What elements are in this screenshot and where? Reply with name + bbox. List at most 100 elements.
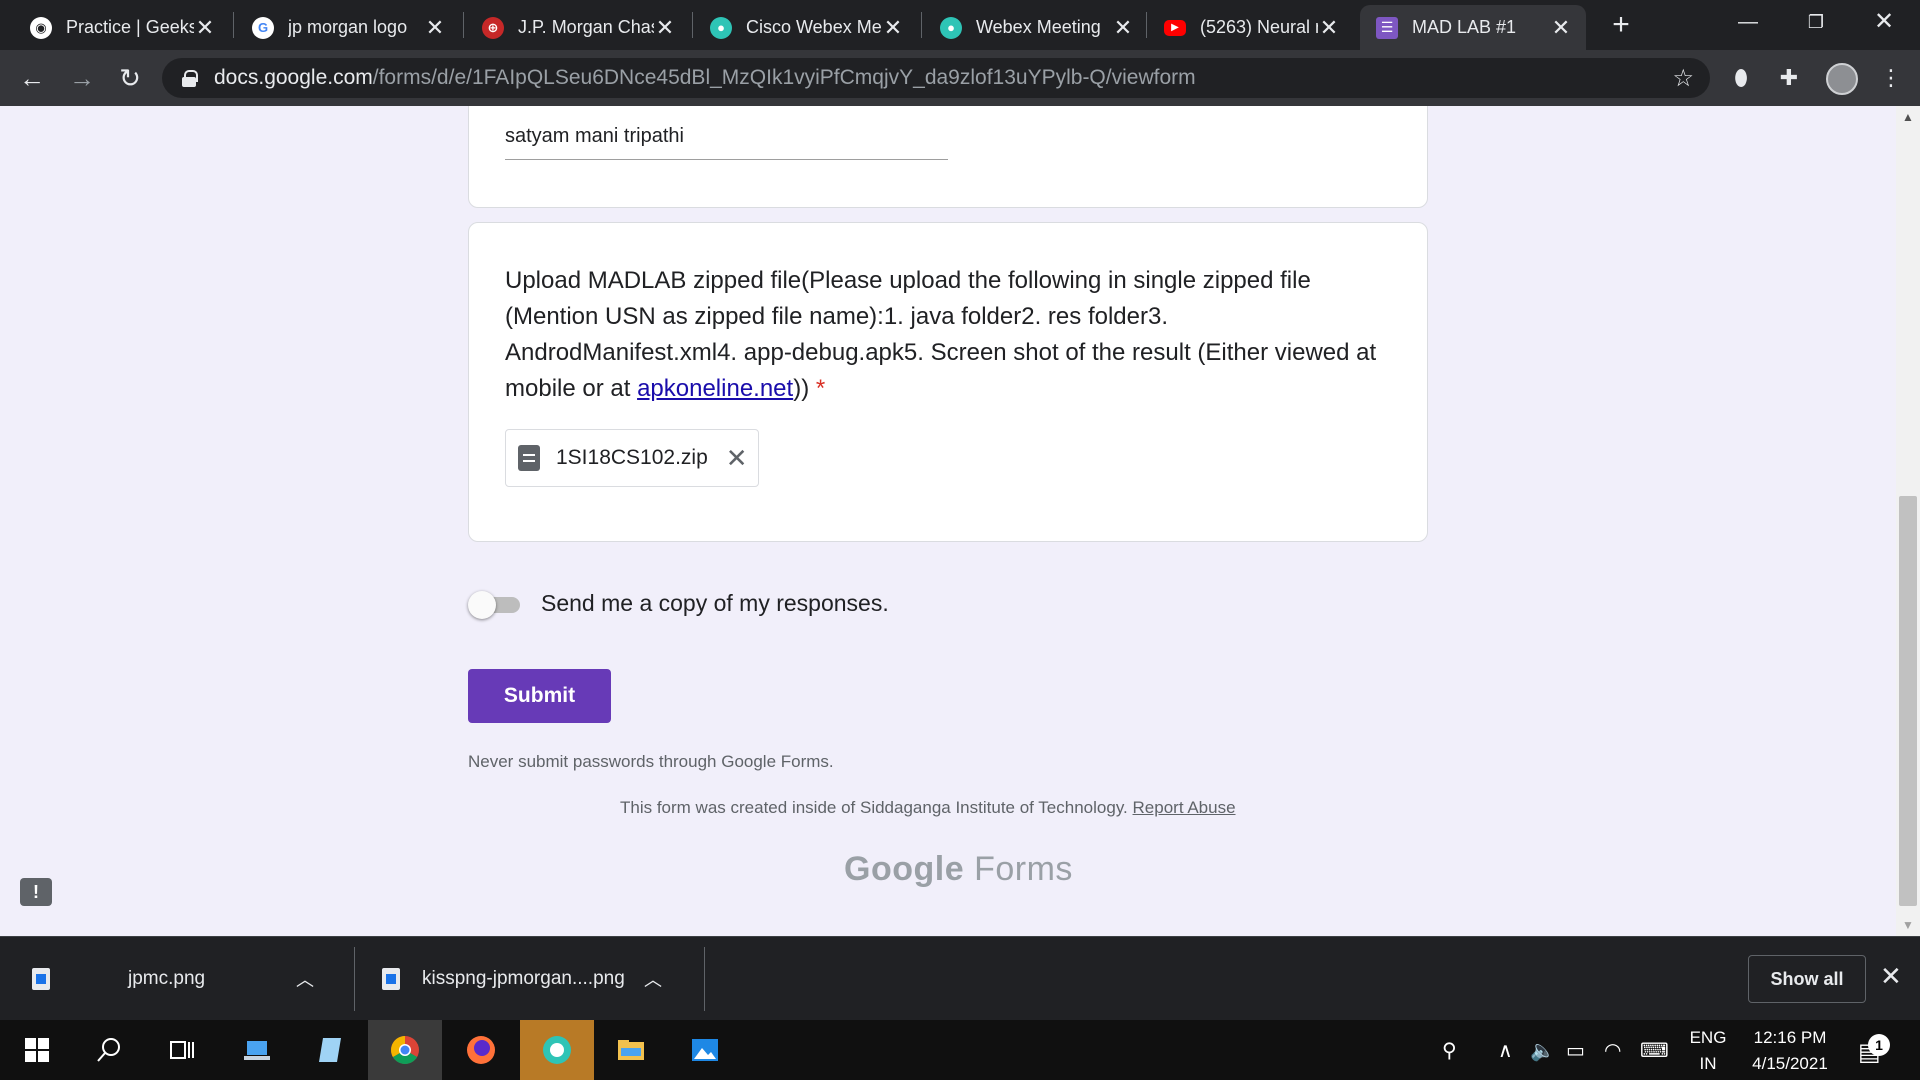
taskbar-app-editor[interactable] [294, 1020, 368, 1080]
wifi-icon[interactable]: ◠ [1604, 1038, 1621, 1063]
remove-file-icon[interactable]: ✕ [726, 445, 748, 471]
url-path: /forms/d/e/1FAIpQLSeu6DNce45dBl_MzQIk1vy… [372, 66, 1196, 89]
menu-dots-icon[interactable]: ⋮ [1876, 63, 1906, 93]
tab-separator [921, 12, 922, 38]
scroll-thumb[interactable] [1899, 496, 1917, 906]
chevron-up-icon[interactable]: ∧ [1498, 1038, 1513, 1063]
created-notice: This form was created inside of Siddagan… [620, 798, 1236, 818]
close-icon[interactable]: ✕ [1550, 15, 1572, 41]
taskbar-app-firefox[interactable] [444, 1020, 518, 1080]
task-view-button[interactable] [144, 1020, 218, 1080]
logo-forms: Forms [974, 850, 1073, 888]
back-arrow-icon[interactable]: ← [16, 62, 48, 94]
minimize-icon[interactable]: — [1720, 0, 1776, 44]
restore-icon[interactable]: ❐ [1788, 0, 1844, 44]
chevron-up-icon[interactable]: ︿ [296, 966, 314, 992]
address-bar[interactable]: docs.google.com/forms/d/e/1FAIpQLSeu6DNc… [162, 58, 1710, 98]
extension-bottle-icon[interactable]: ⬮ [1726, 63, 1756, 93]
download-separator [354, 947, 355, 1011]
tab-practice-geeksforgeeks[interactable]: ◉ Practice | GeeksforGeeks ✕ [14, 5, 230, 50]
close-icon[interactable]: ✕ [424, 15, 446, 41]
tab-title: MAD LAB #1 [1412, 17, 1517, 37]
close-icon[interactable]: ✕ [1318, 15, 1340, 41]
battery-icon[interactable]: ▭ [1566, 1038, 1585, 1063]
bookmark-star-icon[interactable]: ☆ [1672, 64, 1694, 93]
google-icon: G [252, 16, 274, 39]
taskbar-app-photos[interactable] [668, 1020, 742, 1080]
keyboard-icon[interactable]: ⌨ [1640, 1038, 1669, 1063]
photos-icon [692, 1039, 718, 1061]
windows-taskbar: ⚲ ∧ 🔈 ▭ ◠ ⌨ ENG IN 12:16 PM 4/15/2021 ▤ [0, 1020, 1920, 1080]
forward-arrow-icon[interactable]: → [66, 62, 98, 94]
scroll-down-arrow-icon[interactable]: ▼ [1896, 918, 1920, 932]
language-bottom[interactable]: IN [1682, 1054, 1734, 1074]
extensions-puzzle-icon[interactable]: ✚ [1774, 63, 1804, 93]
volume-icon[interactable]: 🔈 [1530, 1038, 1555, 1063]
image-file-icon [382, 968, 400, 990]
scroll-up-arrow-icon[interactable]: ▲ [1896, 110, 1920, 124]
toggle-knob [468, 591, 496, 619]
tab-cisco-webex-meetings[interactable]: ● Cisco Webex Meetings ✕ [694, 5, 918, 50]
language-top[interactable]: ENG [1682, 1028, 1734, 1048]
show-all-button[interactable]: Show all [1748, 955, 1866, 1003]
start-button[interactable] [0, 1020, 74, 1080]
report-abuse-link[interactable]: Report Abuse [1133, 798, 1236, 817]
tab-jp-morgan-logo[interactable]: G jp morgan logo ✕ [236, 5, 460, 50]
browser-toolbar: ← → ↻ docs.google.com/forms/d/e/1FAIpQLS… [0, 50, 1920, 106]
submit-button[interactable]: Submit [468, 669, 611, 723]
chevron-up-icon[interactable]: ︿ [644, 966, 662, 992]
tab-mad-lab[interactable]: ☰ MAD LAB #1 ✕ [1360, 5, 1586, 50]
logo-google: Google [844, 850, 965, 888]
window-close-icon[interactable]: ✕ [1856, 0, 1912, 44]
youtube-icon: ▶ [1164, 19, 1186, 36]
uploaded-file-chip[interactable]: 1SI18CS102.zip ✕ [505, 429, 759, 487]
form-page: satyam mani tripathi Upload MADLAB zippe… [0, 106, 1896, 936]
profile-avatar[interactable] [1826, 63, 1858, 95]
tab-youtube-neural-network[interactable]: ▶ (5263) Neural network ✕ [1148, 5, 1354, 50]
send-copy-label: Send me a copy of my responses. [541, 590, 889, 616]
clock-time[interactable]: 12:16 PM [1736, 1028, 1844, 1048]
download-bar: jpmc.png ︿ kisspng-jpmorgan....png ︿ Sho… [0, 936, 1920, 1020]
reload-icon[interactable]: ↻ [114, 62, 146, 94]
send-copy-toggle[interactable] [468, 591, 522, 619]
clock-date[interactable]: 4/15/2021 [1736, 1054, 1844, 1074]
tab-separator [692, 12, 693, 38]
name-answer-text[interactable]: satyam mani tripathi [505, 125, 684, 148]
taskbar-app-file-explorer[interactable] [594, 1020, 668, 1080]
taskbar-app-chrome[interactable] [368, 1020, 442, 1080]
tab-title: Webex Meeting [976, 17, 1101, 37]
upload-question-text: Upload MADLAB zipped file(Please upload … [505, 267, 1377, 402]
tab-title: jp morgan logo [288, 17, 408, 37]
taskbar-app-webex[interactable] [520, 1020, 594, 1080]
taskbar-app-computer[interactable] [220, 1020, 294, 1080]
task-view-icon [170, 1041, 194, 1059]
download-item[interactable]: kisspng-jpmorgan....png ︿ [382, 937, 682, 1021]
close-icon[interactable]: ✕ [1112, 15, 1134, 41]
tab-title: J.P. Morgan Chase [518, 17, 654, 37]
tab-jp-morgan-chase[interactable]: ⊕ J.P. Morgan Chase ✕ [466, 5, 690, 50]
new-tab-button[interactable]: + [1604, 8, 1638, 42]
people-icon[interactable]: ⚲ [1442, 1038, 1457, 1063]
close-icon[interactable]: ✕ [194, 15, 216, 41]
url-text[interactable]: docs.google.com/forms/d/e/1FAIpQLSeu6DNc… [214, 66, 1196, 90]
tab-title: Practice | GeeksforGeeks [66, 17, 194, 37]
notepad-icon [319, 1038, 341, 1062]
upload-question-card: Upload MADLAB zipped file(Please upload … [468, 222, 1428, 542]
chrome-icon [391, 1036, 419, 1064]
close-download-bar-icon[interactable]: ✕ [1880, 961, 1902, 992]
google-forms-logo[interactable]: Google Forms [844, 850, 1073, 889]
globe-icon: ◉ [30, 16, 52, 39]
page-scrollbar[interactable]: ▲ ▼ [1896, 106, 1920, 936]
download-separator [704, 947, 705, 1011]
google-forms-icon: ☰ [1376, 16, 1398, 39]
browser-tab-strip: ◉ Practice | GeeksforGeeks ✕ G jp morgan… [0, 0, 1920, 50]
close-icon[interactable]: ✕ [882, 15, 904, 41]
tab-webex-meeting[interactable]: ● Webex Meeting ✕ [924, 5, 1148, 50]
download-item[interactable]: jpmc.png ︿ [32, 937, 332, 1021]
close-icon[interactable]: ✕ [654, 15, 676, 41]
document-icon [518, 445, 540, 471]
feedback-icon[interactable]: ! [20, 878, 52, 906]
search-button[interactable] [72, 1020, 146, 1080]
tab-separator [233, 12, 234, 38]
apkoneline-link[interactable]: apkoneline.net [637, 375, 793, 402]
